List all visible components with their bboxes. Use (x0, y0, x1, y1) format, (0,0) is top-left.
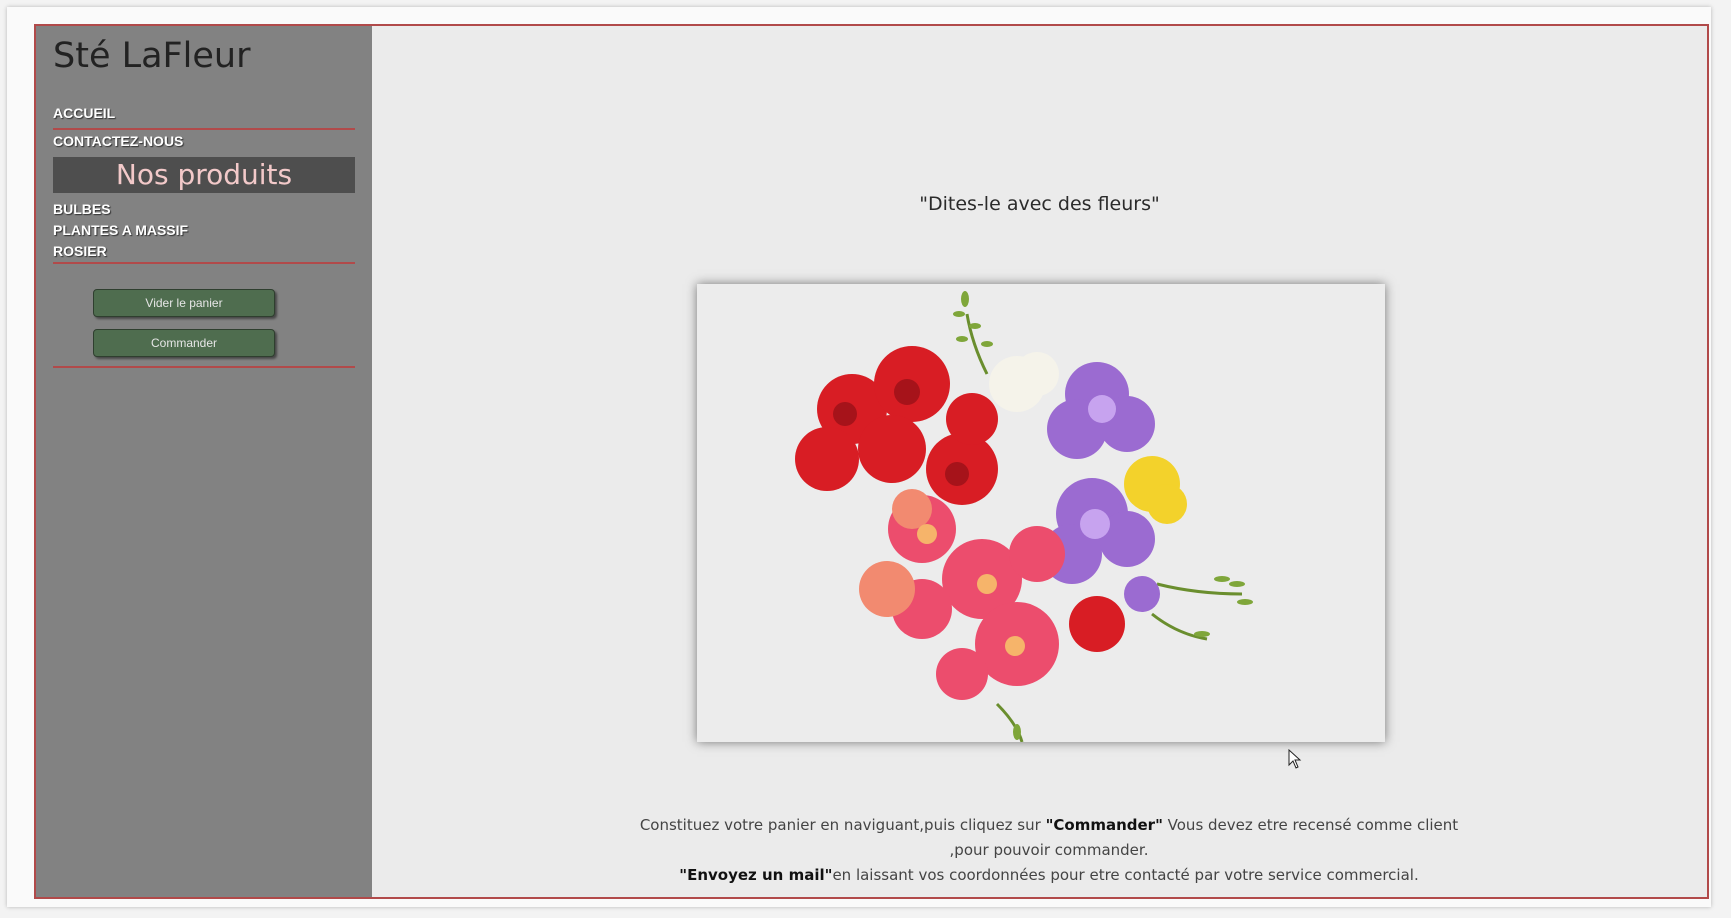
order-button[interactable]: Commander (93, 329, 275, 357)
nav-link-plantes-a-massif[interactable]: PLANTES A MASSIF (53, 222, 188, 238)
sidebar: Sté LaFleur ACCUEIL CONTACTEZ-NOUS Nos p… (36, 26, 372, 897)
nav-divider (53, 262, 355, 264)
instructions-text: Constituez votre panier en naviguant,pui… (637, 813, 1461, 888)
nav-link-bulbes[interactable]: BULBES (53, 201, 111, 217)
instructions-part-1: Constituez votre panier en naviguant,pui… (639, 816, 1046, 834)
envoyez-mail-emphasis: "Envoyez un mail" (679, 866, 833, 884)
products-section-header: Nos produits (53, 157, 355, 193)
tagline: "Dites-le avec des fleurs" (919, 193, 1160, 215)
nav-link-rosier[interactable]: ROSIER (53, 243, 107, 259)
main-content: "Dites-le avec des fleurs" Constituez vo… (372, 26, 1707, 897)
sidebar-divider (53, 366, 355, 368)
mouse-cursor-icon (1288, 749, 1302, 769)
browser-window: Sté LaFleur ACCUEIL CONTACTEZ-NOUS Nos p… (7, 7, 1711, 907)
instructions-part-3: en laissant vos coordonnées pour etre co… (832, 866, 1419, 884)
flower-bouquet-illustration (697, 284, 1385, 743)
nav-link-contact[interactable]: CONTACTEZ-NOUS (53, 133, 183, 149)
site-title: Sté LaFleur (53, 36, 251, 76)
commander-emphasis: "Commander" (1045, 816, 1163, 834)
bouquet-image (697, 284, 1385, 743)
page-frame: Sté LaFleur ACCUEIL CONTACTEZ-NOUS Nos p… (34, 24, 1709, 899)
nav-link-accueil[interactable]: ACCUEIL (53, 105, 115, 121)
empty-cart-button[interactable]: Vider le panier (93, 289, 275, 317)
nav-divider (53, 128, 355, 130)
